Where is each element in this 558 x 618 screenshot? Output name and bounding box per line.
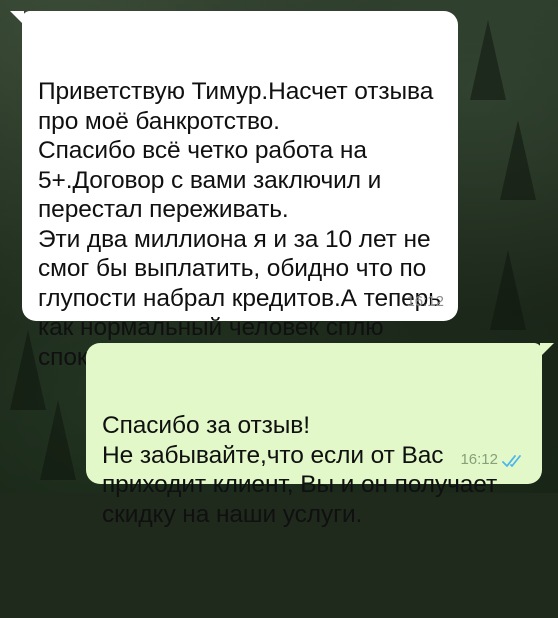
message-text: Спасибо за отзыв! Не забывайте,что если … xyxy=(102,412,498,528)
incoming-message-bubble[interactable]: Приветствую Тимур.Насчет отзыва про моё … xyxy=(10,11,458,371)
bubble-tail xyxy=(540,343,554,357)
wallpaper-tree-shape xyxy=(470,20,506,100)
message-timestamp: 16:12 xyxy=(460,451,498,468)
read-double-check-icon xyxy=(502,455,521,467)
wallpaper-tree-shape xyxy=(500,120,536,200)
message-timestamp: 16:12 xyxy=(406,293,444,310)
message-text: Приветствую Тимур.Насчет отзыва про моё … xyxy=(38,78,441,371)
bubble-tail xyxy=(10,11,24,25)
outgoing-message-bubble[interactable]: Спасибо за отзыв! Не забывайте,что если … xyxy=(86,343,554,528)
wallpaper-tree-shape xyxy=(490,250,526,330)
